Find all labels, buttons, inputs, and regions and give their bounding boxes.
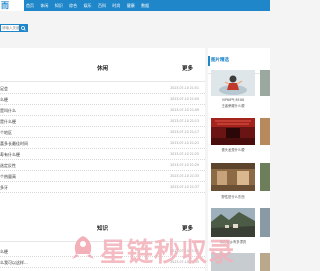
picture-thumbnail[interactable]: [211, 118, 255, 145]
picture-subcaption[interactable]: 王者荣耀什么梗: [211, 103, 255, 108]
watermark-text: 星链秒収录: [100, 238, 236, 268]
nav-item-home[interactable]: 首页: [26, 0, 34, 11]
list-item[interactable]: 么梗 2023-07-10 21:05: [0, 94, 205, 105]
search-bar: 请输入关键词: [0, 11, 270, 48]
list-item[interactable]: 足会 2023-07-10 21:01: [0, 83, 205, 94]
item-title[interactable]: 选定反性: [0, 160, 16, 171]
item-date: 2023-07-10 21:17: [170, 130, 199, 134]
item-date: 2023-07-10 21:21: [170, 141, 199, 145]
list-item[interactable]: 是叫什么 2023-07-10 21:09: [0, 105, 205, 116]
more-link[interactable]: 更多: [182, 56, 193, 82]
search-button[interactable]: [19, 24, 28, 32]
item-title[interactable]: 是什么梗: [0, 116, 16, 127]
item-date: 2023-07-10 21:29: [170, 163, 199, 167]
list-item[interactable]: 多牙 2023-07-10 21:37: [0, 182, 205, 193]
item-title[interactable]: 多牙: [0, 182, 8, 193]
picture-thumbnail[interactable]: [260, 253, 270, 271]
nav-item-general[interactable]: 综合: [69, 0, 77, 11]
item-title[interactable]: 么梗: [0, 246, 8, 257]
picture-thumbnail[interactable]: [260, 163, 270, 191]
picture-thumbnail[interactable]: [211, 70, 255, 96]
list-item[interactable]: 是什么梗 2023-07-10 21:13: [0, 116, 205, 127]
item-title[interactable]: 喜多长最佳时间: [0, 138, 28, 149]
nav-item-health[interactable]: 健康: [127, 0, 135, 11]
picture-thumbnail[interactable]: [260, 208, 270, 237]
top-navigation-bar: 而 首页 休闲 知识 综合 娱乐 百科 时尚 健康 数据: [0, 0, 270, 11]
item-title[interactable]: 是叫什么: [0, 105, 16, 116]
item-title[interactable]: 寿有什么梗: [0, 149, 20, 160]
list-item[interactable]: 选定反性 2023-07-10 21:29: [0, 160, 205, 171]
picture-thumbnail[interactable]: [260, 118, 270, 145]
picture-caption[interactable]: 蛋头龙是什么梗: [211, 147, 255, 152]
nav-item-knowledge[interactable]: 知识: [55, 0, 63, 11]
item-date: 2023-07-10 21:05: [170, 97, 199, 101]
item-date: 2023-07-10 21:01: [170, 86, 199, 90]
nav-item-entertainment[interactable]: 娱乐: [84, 0, 92, 11]
nav-item-leisure[interactable]: 休闲: [40, 0, 48, 11]
picture-thumbnail[interactable]: [211, 163, 255, 191]
list-item[interactable]: 个热量高 2023-07-10 21:33: [0, 171, 205, 182]
item-title[interactable]: 个热量高: [0, 171, 16, 182]
list-item[interactable]: 喜多长最佳时间 2023-07-10 21:21: [0, 138, 205, 149]
nav-item-encyclopedia[interactable]: 百科: [98, 0, 106, 11]
picture-caption[interactable]: 野性是什么东西: [211, 194, 255, 199]
nav-item-fashion[interactable]: 时尚: [112, 0, 120, 11]
site-logo[interactable]: 而: [0, 0, 24, 11]
item-date: 2023-07-10 21:13: [170, 119, 199, 123]
picture-thumbnail[interactable]: [260, 70, 270, 96]
picture-caption[interactable]: VIP68气·8F.88: [211, 97, 255, 102]
figure-image: [211, 70, 255, 96]
main-nav: 首页 休闲 知识 综合 娱乐 百科 时尚 健康 数据: [26, 0, 156, 11]
item-title[interactable]: 个地区: [0, 127, 12, 138]
item-title[interactable]: 足会: [0, 83, 8, 94]
search-input[interactable]: 请输入关键词: [0, 24, 19, 32]
item-title[interactable]: 么我可以这样...: [0, 257, 28, 268]
list-item[interactable]: 个地区 2023-07-10 21:17: [0, 127, 205, 138]
item-date: 2023-07-10 21:37: [170, 185, 199, 189]
item-date: 2023-07-10 21:09: [170, 108, 199, 112]
accent-bar: [208, 56, 210, 66]
interior-image: [211, 163, 255, 191]
list-item[interactable]: 寿有什么梗 2023-07-10 21:25: [0, 149, 205, 160]
nav-item-data[interactable]: 数据: [141, 0, 149, 11]
section-header-leisure: 休闲 更多: [0, 56, 205, 82]
search-icon: [21, 25, 26, 31]
item-date: 2023-07-10 21:33: [170, 174, 199, 178]
item-title[interactable]: 么梗: [0, 94, 8, 105]
rocket-logo-icon: [72, 236, 94, 259]
red-hall-image: [211, 118, 255, 145]
item-date: 2023-07-10 21:25: [170, 152, 199, 156]
section-title: 休闲: [96, 66, 108, 72]
